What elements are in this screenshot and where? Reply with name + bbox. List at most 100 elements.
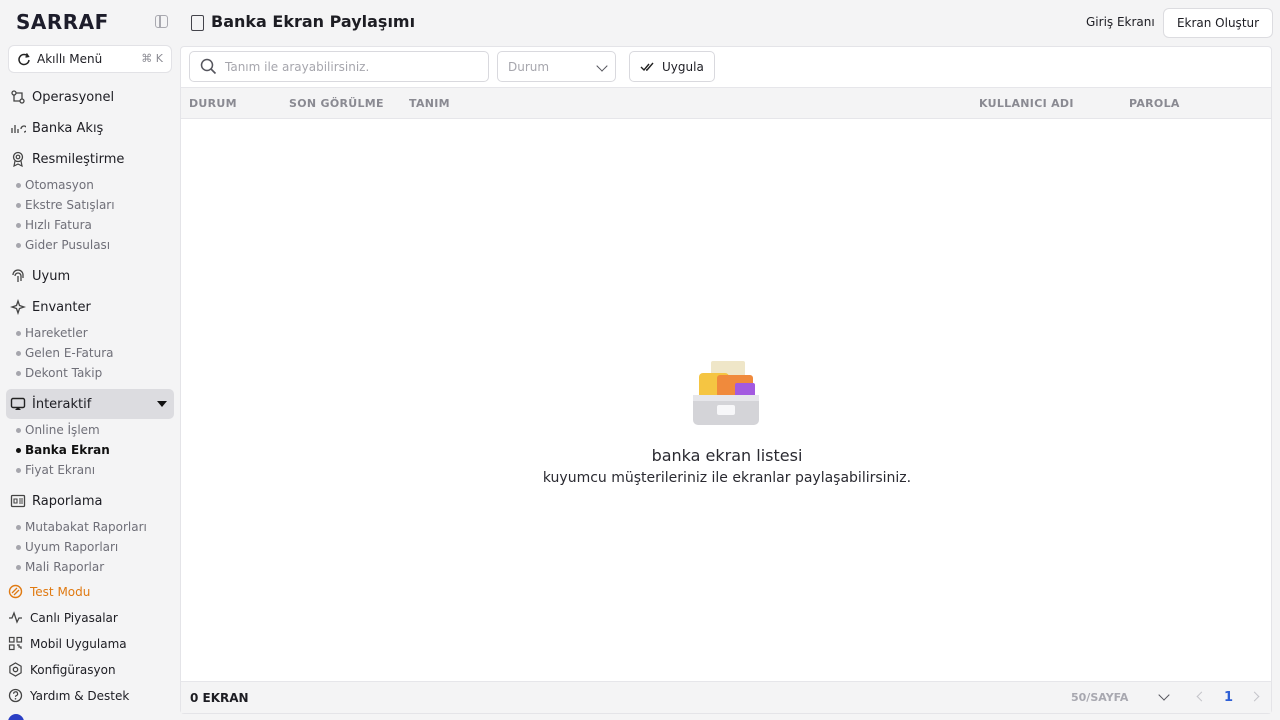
nav-sub-label: Dekont Takip: [25, 366, 103, 380]
empty-archive-icon: [693, 361, 759, 425]
nav-sub-otomasyon[interactable]: Otomasyon: [16, 178, 94, 192]
nav-sub-label: Hareketler: [25, 326, 88, 340]
nav-interaktif[interactable]: İnteraktif: [10, 396, 91, 412]
nav-sub-hareketler[interactable]: Hareketler: [16, 326, 88, 340]
refresh-sparkle-icon: [18, 53, 30, 66]
badge-icon: [12, 151, 24, 167]
apply-button[interactable]: Uygula: [629, 51, 715, 82]
smart-menu-label: Akıllı Menü: [37, 52, 103, 66]
brand-logo: SARRAF: [16, 10, 109, 34]
nav-label: Test Modu: [30, 584, 91, 599]
bank-flow-icon: [11, 125, 26, 133]
screen-share-icon: [191, 15, 204, 31]
nav-sub-label: Fiyat Ekranı: [25, 463, 96, 477]
nav-sub-online-islem[interactable]: Online İşlem: [16, 423, 100, 437]
chevron-down-icon[interactable]: [1158, 689, 1170, 701]
nav-uyum[interactable]: Uyum: [10, 268, 70, 284]
nav-label: Yardım & Destek: [30, 688, 130, 703]
page-number[interactable]: 1: [1224, 690, 1233, 705]
main-panel: Tanım ile arayabilirsiniz. Durum Uygula …: [180, 46, 1272, 714]
gear-icon: [9, 662, 22, 677]
nav-sub-label: Hızlı Fatura: [25, 218, 92, 232]
per-page-select[interactable]: 50/SAYFA: [1071, 691, 1128, 704]
nav-label: Envanter: [32, 299, 91, 315]
page-header: Banka Ekran Paylaşımı Giriş Ekranı Ekran…: [180, 0, 1280, 46]
nav-sub-gider-pusulasi[interactable]: Gider Pusulası: [16, 238, 110, 252]
bullet-icon: [16, 330, 21, 336]
empty-state-subtitle: kuyumcu müşterileriniz ile ekranlar payl…: [542, 470, 912, 486]
bullet-icon: [16, 544, 21, 550]
nav-sub-ekstre-satislari[interactable]: Ekstre Satışları: [16, 198, 115, 212]
column-header-kullanici-adi[interactable]: KULLANICI ADI: [979, 97, 1074, 110]
nav-label: Konfigürasyon: [30, 662, 116, 677]
nav-sub-mali-raporlar[interactable]: Mali Raporlar: [16, 560, 104, 574]
bullet-icon: [16, 182, 21, 188]
bullet-icon: [16, 524, 21, 530]
nav-konfigurasyon[interactable]: Konfigürasyon: [8, 662, 116, 677]
nav-label: Raporlama: [32, 493, 103, 509]
nav-sub-label: Gider Pusulası: [25, 238, 111, 252]
nav-sub-label: Mali Raporlar: [25, 560, 105, 574]
nav-raporlama[interactable]: Raporlama: [10, 493, 102, 509]
bullet-icon: [16, 467, 21, 473]
sparkle-icon: [10, 299, 26, 315]
double-check-icon: [640, 62, 654, 71]
nav-sub-label: Uyum Raporları: [25, 540, 119, 554]
nav-canli-piyasalar[interactable]: Canlı Piyasalar: [8, 610, 118, 625]
shortcut-hint: ⌘ K: [141, 52, 163, 65]
screen-cast-icon: [10, 397, 26, 410]
record-count: 0 EKRAN: [190, 691, 249, 705]
nav-label: İnteraktif: [32, 396, 92, 412]
report-icon: [10, 494, 26, 508]
nav-sub-mutabakat-raporlari[interactable]: Mutabakat Raporları: [16, 520, 147, 534]
create-screen-button[interactable]: Ekran Oluştur: [1163, 8, 1273, 38]
column-header-durum[interactable]: DURUM: [189, 97, 237, 110]
expand-caret-icon[interactable]: [157, 401, 167, 407]
sidebar-collapse-icon[interactable]: [155, 15, 168, 28]
operations-icon: [11, 90, 25, 104]
page-title: Banka Ekran Paylaşımı: [211, 12, 416, 31]
bullet-icon: [16, 350, 21, 356]
bullet-icon: [16, 202, 21, 208]
nav-label: Resmileştirme: [32, 151, 125, 167]
qr-code-icon: [8, 636, 23, 651]
status-select[interactable]: Durum: [497, 51, 616, 82]
login-screen-link[interactable]: Giriş Ekranı: [1086, 15, 1155, 29]
bullet-icon: [16, 370, 21, 376]
nav-test-modu[interactable]: Test Modu: [8, 584, 90, 599]
nav-resmilestirme[interactable]: Resmileştirme: [10, 151, 124, 167]
prev-page-icon[interactable]: [1196, 691, 1207, 702]
column-header-parola[interactable]: PAROLA: [1129, 97, 1180, 110]
search-placeholder: Tanım ile arayabilirsiniz.: [225, 59, 370, 74]
search-input[interactable]: Tanım ile arayabilirsiniz.: [189, 51, 489, 82]
table-header: DURUM SON GÖRÜLME TANIM KULLANICI ADI PA…: [181, 87, 1271, 119]
nav-mobil-uygulama[interactable]: Mobil Uygulama: [8, 636, 127, 651]
nav-sub-label: Online İşlem: [25, 423, 100, 437]
nav-yardim-destek[interactable]: Yardım & Destek: [8, 688, 129, 703]
chevron-down-icon: [596, 60, 608, 72]
nav-sub-uyum-raporlari[interactable]: Uyum Raporları: [16, 540, 118, 554]
status-placeholder: Durum: [508, 59, 550, 74]
column-header-tanim[interactable]: TANIM: [409, 97, 450, 110]
nav-banka-akis[interactable]: Banka Akış: [10, 120, 103, 136]
table-footer: 0 EKRAN 50/SAYFA 1: [181, 681, 1271, 713]
column-header-son-gorulme[interactable]: SON GÖRÜLME: [289, 97, 384, 110]
nav-sub-banka-ekran[interactable]: Banka Ekran: [16, 443, 110, 457]
next-page-icon[interactable]: [1249, 691, 1260, 702]
nav-sub-dekont-takip[interactable]: Dekont Takip: [16, 366, 102, 380]
nav-sub-fiyat-ekrani[interactable]: Fiyat Ekranı: [16, 463, 95, 477]
nav-sub-label: Mutabakat Raporları: [25, 520, 147, 534]
sidebar: SARRAF Akıllı Menü ⌘ K Operasyonel Banka…: [0, 0, 180, 720]
nav-label: Mobil Uygulama: [30, 636, 127, 651]
help-icon: [8, 688, 23, 703]
user-avatar[interactable]: [8, 714, 24, 720]
bullet-icon: [16, 242, 21, 248]
smart-menu-button[interactable]: Akıllı Menü ⌘ K: [8, 45, 172, 73]
nav-sub-gelen-e-fatura[interactable]: Gelen E-Fatura: [16, 346, 113, 360]
nav-sub-hizli-fatura[interactable]: Hızlı Fatura: [16, 218, 92, 232]
nav-sub-label: Gelen E-Fatura: [25, 346, 114, 360]
nav-label: Uyum: [32, 268, 71, 284]
nav-envanter[interactable]: Envanter: [10, 299, 91, 315]
apply-label: Uygula: [662, 59, 704, 74]
nav-operasyonel[interactable]: Operasyonel: [10, 89, 114, 105]
